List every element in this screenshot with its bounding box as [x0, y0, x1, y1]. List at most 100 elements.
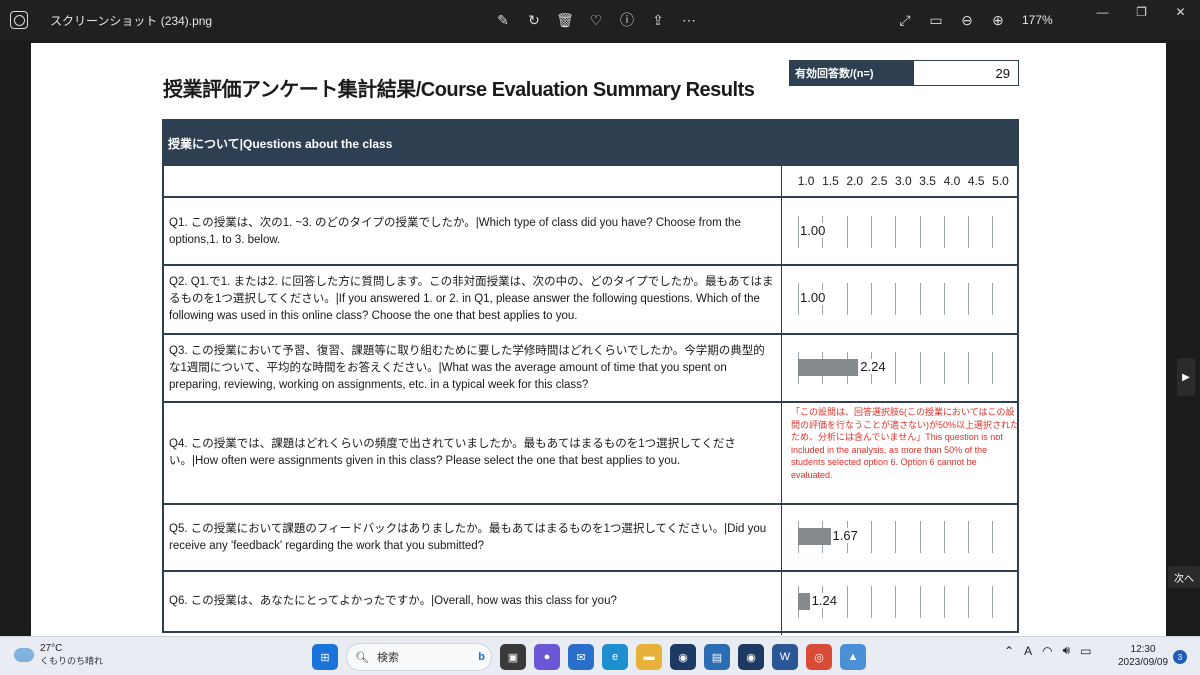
weather-widget[interactable]: 27°C くもりのち晴れ: [14, 642, 103, 667]
score-value-label: 1.00: [799, 290, 827, 305]
ime-icon[interactable]: A: [1024, 644, 1032, 658]
question-text: Q4. この授業では、課題はどれくらいの頻度で出されていましたか。最もあてはまる…: [169, 438, 736, 467]
more-options-icon[interactable]: ⋯: [680, 11, 698, 29]
scale-gridline: [992, 521, 994, 553]
scale-gridline: [992, 352, 994, 384]
file-explorer-icon[interactable]: ▬: [636, 644, 662, 670]
scale-gridline: [943, 586, 945, 618]
word-icon[interactable]: W: [772, 644, 798, 670]
score-value-label: 1.00: [799, 223, 827, 238]
search-placeholder: 検索: [376, 652, 399, 664]
document-page: 授業評価アンケート集計結果/Course Evaluation Summary …: [31, 43, 1166, 636]
scale-gridline: [895, 283, 897, 315]
system-clock[interactable]: 12:30 2023/09/09: [1118, 643, 1168, 669]
taskbar: 27°C くもりのち晴れ ⊞ 🔍︎ 検索 b ▣ ● ✉ e ▬ ◉ ▤ ◉ W…: [0, 636, 1200, 675]
scale-gridline: [870, 521, 872, 553]
question-text: Q5. この授業において課題のフィードバックはありましたか。最もあてはまるものを…: [169, 522, 767, 552]
score-bar: [798, 528, 831, 545]
score-bar-cell: 1.00: [798, 281, 998, 317]
scale-gridline: [895, 352, 897, 384]
score-bar-cell: 1.24: [798, 584, 998, 620]
chat-icon[interactable]: ●: [534, 644, 560, 670]
system-tray: ⌃ A ◠ 🔊︎ ▭: [1004, 643, 1091, 658]
close-button[interactable]: ✕: [1161, 0, 1200, 24]
volume-icon[interactable]: 🔊︎: [1063, 643, 1071, 658]
taskbar-apps: ⊞ 🔍︎ 検索 b ▣ ● ✉ e ▬ ◉ ▤ ◉ W ◎ ▲: [312, 643, 866, 671]
scale-gridline: [992, 216, 994, 248]
scale-gridline: [895, 216, 897, 248]
weather-temperature: 27°C: [40, 643, 63, 654]
photos-icon[interactable]: ▲: [840, 644, 866, 670]
question-text: Q6. この授業は、あなたにとってよかったですか。|Overall, how w…: [169, 595, 617, 607]
share-icon[interactable]: ⇪: [649, 11, 667, 29]
store-icon[interactable]: ▤: [704, 644, 730, 670]
scale-tick-label: 1.0: [797, 174, 815, 188]
edge-browser-icon[interactable]: e: [602, 644, 628, 670]
mail-icon[interactable]: ✉: [568, 644, 594, 670]
scale-gridline: [943, 352, 945, 384]
scale-tick-label: 5.0: [992, 174, 1009, 188]
scale-gridline: [919, 586, 921, 618]
scale-gridline: [943, 216, 945, 248]
search-icon: 🔍︎: [355, 651, 369, 664]
response-count-label: 有効回答数/(n=): [790, 61, 914, 85]
scale-gridline: [943, 521, 945, 553]
column-divider: [781, 166, 782, 635]
question-text: Q3. この授業において予習、復習、課題等に取り組むために要した学修時間はどれく…: [169, 344, 765, 391]
scale-tick-label: 4.5: [967, 174, 985, 188]
edit-icon[interactable]: ✎: [494, 11, 512, 29]
zoom-out-icon[interactable]: ⊖: [958, 11, 976, 29]
next-image-arrow-icon[interactable]: ▶: [1177, 358, 1195, 396]
scale-gridline: [968, 521, 970, 553]
next-button[interactable]: 次へ: [1168, 566, 1200, 588]
zoom-level: 177%: [1022, 13, 1053, 27]
maximize-button[interactable]: ❐: [1122, 0, 1161, 24]
scale-axis: 1.0 1.5 2.0 2.5 3.0 3.5 4.0 4.5 5.0: [794, 166, 1013, 196]
bing-icon: b: [478, 651, 485, 663]
image-viewer: 授業評価アンケート集計結果/Course Evaluation Summary …: [0, 40, 1200, 636]
delete-icon[interactable]: 🗑: [556, 11, 574, 29]
viewer-toolbar: ✎ ↻ 🗑 ♡ ⓘ ⇪ ⋯: [494, 0, 698, 40]
question-row: Q3. この授業において予習、復習、課題等に取り組むために要した学修時間はどれく…: [164, 335, 1017, 403]
scale-tick-label: 2.0: [846, 174, 864, 188]
scale-tick-label: 2.5: [870, 174, 888, 188]
scale-gridline: [870, 283, 872, 315]
question-row: Q6. この授業は、あなたにとってよかったですか。|Overall, how w…: [164, 572, 1017, 633]
favorite-heart-icon[interactable]: ♡: [587, 11, 605, 29]
notification-badge[interactable]: 3: [1173, 650, 1187, 664]
scale-tick-label: 3.0: [894, 174, 912, 188]
question-row: Q2. Q1.で1. または2. に回答した方に質問します。この非対面授業は、次…: [164, 266, 1017, 335]
scale-gridline: [895, 586, 897, 618]
info-icon[interactable]: ⓘ: [618, 11, 636, 29]
battery-icon[interactable]: ▭: [1080, 644, 1091, 658]
webex-icon[interactable]: ◉: [670, 644, 696, 670]
response-count-value: 29: [914, 61, 1018, 85]
scale-gridline: [895, 521, 897, 553]
question-text: Q1. この授業は、次の1. ~3. のどのタイプの授業でしたか。|Which …: [169, 217, 741, 246]
wifi-icon[interactable]: ◠: [1042, 644, 1052, 658]
taskbar-search[interactable]: 🔍︎ 検索 b: [346, 643, 492, 671]
scale-gridline: [846, 586, 848, 618]
webex-meetings-icon[interactable]: ◉: [738, 644, 764, 670]
expand-icon[interactable]: ⤢: [896, 11, 914, 29]
scale-gridline: [943, 283, 945, 315]
evaluation-table: 授業について|Questions about the class 1.0 1.5 2…: [162, 119, 1019, 635]
zoom-in-icon[interactable]: ⊕: [989, 11, 1007, 29]
chrome-icon[interactable]: ◎: [806, 644, 832, 670]
scale-header-row: 1.0 1.5 2.0 2.5 3.0 3.5 4.0 4.5 5.0: [164, 166, 1017, 198]
chevron-up-icon[interactable]: ⌃: [1004, 644, 1014, 658]
score-value-label: 1.24: [810, 593, 838, 608]
scale-tick-label: 1.5: [822, 174, 839, 188]
score-bar-cell: 1.67: [798, 519, 998, 555]
minimize-button[interactable]: —: [1083, 0, 1122, 24]
scale-tick-label: 4.0: [943, 174, 961, 188]
fit-to-window-icon[interactable]: ▭: [927, 11, 945, 29]
scale-gridline: [968, 352, 970, 384]
windows-start-icon[interactable]: ⊞: [312, 644, 338, 670]
photos-app-icon: [10, 11, 28, 29]
rotate-icon[interactable]: ↻: [525, 11, 543, 29]
scale-gridline: [846, 283, 848, 315]
task-view-icon[interactable]: ▣: [500, 644, 526, 670]
clock-date: 2023/09/09: [1118, 657, 1169, 668]
scale-gridline: [992, 283, 994, 315]
